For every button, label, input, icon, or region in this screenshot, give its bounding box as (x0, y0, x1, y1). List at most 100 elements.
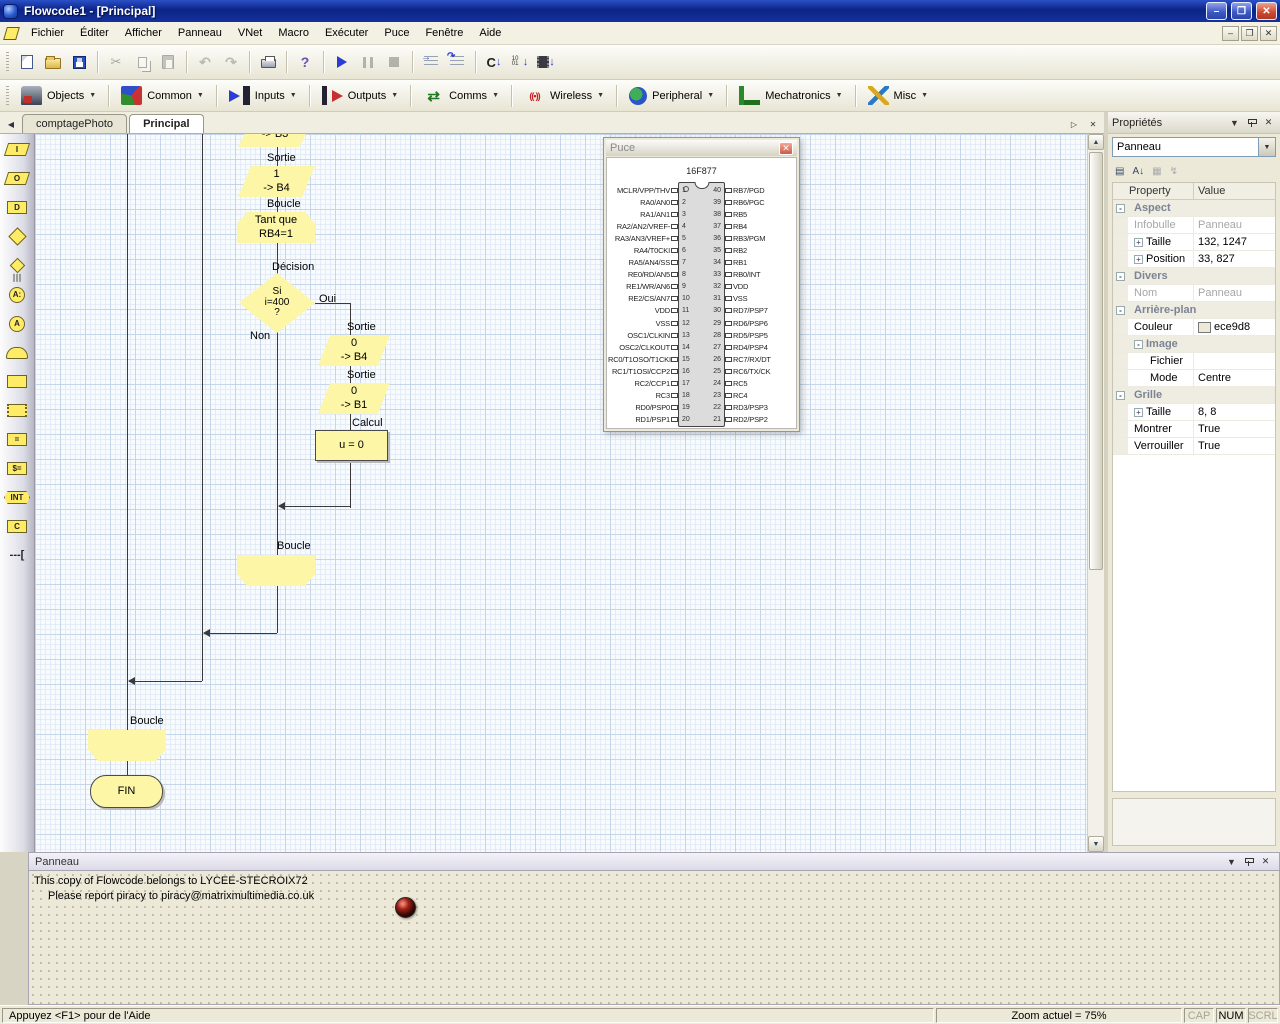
collapse-icon[interactable]: - (1116, 390, 1125, 400)
alphabetical-sort-icon[interactable]: A↓ (1132, 166, 1144, 177)
scroll-down-icon[interactable]: ▼ (1088, 836, 1104, 852)
menu-puce[interactable]: Puce (376, 23, 417, 43)
expand-icon[interactable]: + (1134, 237, 1143, 247)
common-group[interactable]: Common ▼ (114, 83, 211, 109)
puce-window[interactable]: Puce ✕ 16F877 MCLR/VPP/THV 1 40 RB7/PGD RA0/… (603, 137, 800, 432)
chevron-down-icon[interactable]: ▼ (492, 92, 499, 99)
delay-icon[interactable]: D (7, 201, 27, 214)
help-button[interactable] (292, 50, 318, 74)
chevron-down-icon[interactable]: ▼ (290, 92, 297, 99)
pause-button[interactable] (355, 50, 381, 74)
interrupt-icon[interactable]: INT (4, 491, 30, 504)
comms-group[interactable]: Comms ▼ (416, 83, 506, 109)
macro-icon[interactable] (7, 375, 27, 388)
collapse-icon[interactable]: - (1116, 271, 1125, 281)
run-button[interactable] (329, 50, 355, 74)
close-button[interactable]: ✕ (1256, 2, 1277, 20)
events-icon[interactable]: ↯ (1170, 166, 1178, 177)
save-button[interactable] (66, 50, 92, 74)
connection-icon[interactable] (9, 257, 25, 274)
mechatronics-group[interactable]: Mechatronics ▼ (732, 83, 849, 109)
compile-hex-button[interactable] (507, 50, 533, 74)
undo-button[interactable] (192, 50, 218, 74)
expand-icon[interactable]: + (1134, 407, 1143, 417)
collapse-icon[interactable]: - (1116, 203, 1125, 213)
open-button[interactable] (40, 50, 66, 74)
restore-button[interactable]: ❐ (1231, 2, 1252, 20)
calculation-icon[interactable]: = (7, 433, 27, 446)
menu-fenetre[interactable]: Fenêtre (417, 23, 471, 43)
panneau-menu-icon[interactable]: ▼ (1224, 855, 1239, 869)
panneau-pin-icon[interactable] (1241, 855, 1256, 869)
step-over-button[interactable] (444, 50, 470, 74)
outputs-group[interactable]: Outputs ▼ (315, 83, 405, 109)
flow-output-0-b1[interactable]: 0 -> B1 (318, 383, 390, 414)
string-icon[interactable]: $= (7, 462, 27, 475)
chevron-down-icon[interactable]: ▼ (921, 92, 928, 99)
stop-button[interactable] (381, 50, 407, 74)
flow-output-b4[interactable]: 1 -> B4 (238, 166, 315, 197)
tab-close-icon[interactable]: ✕ (1085, 116, 1101, 132)
new-button[interactable] (14, 50, 40, 74)
property-pages-icon[interactable]: ▦ (1152, 166, 1161, 177)
output-icon[interactable]: O (3, 172, 31, 185)
toolbar-handle[interactable] (6, 52, 9, 72)
property-row-fichier[interactable]: Fichier (1113, 353, 1275, 370)
property-category-aspect[interactable]: - Aspect (1113, 200, 1275, 217)
component-macro-icon[interactable] (7, 404, 27, 417)
decision-icon[interactable] (7, 227, 27, 246)
properties-menu-icon[interactable]: ▼ (1227, 116, 1242, 130)
input-icon[interactable]: I (3, 143, 31, 156)
flowchart-canvas[interactable]: -> B3 Sortie 1-> B4 Boucle Tant queRB4=1… (35, 134, 1087, 852)
led-component[interactable] (395, 897, 416, 918)
goto-point-icon[interactable]: A: (9, 286, 25, 303)
menu-aide[interactable]: Aide (471, 23, 509, 43)
property-category-divers[interactable]: - Divers (1113, 268, 1275, 285)
compile-chip-button[interactable] (533, 50, 559, 74)
menu-vnet[interactable]: VNet (230, 23, 270, 43)
compile-c-button[interactable] (481, 50, 507, 74)
flow-output-0-b4[interactable]: 0 -> B4 (318, 335, 390, 366)
scroll-up-icon[interactable]: ▲ (1088, 134, 1104, 150)
chevron-down-icon[interactable]: ▼ (597, 92, 604, 99)
mdi-close-button[interactable]: ✕ (1260, 25, 1277, 41)
menu-editer[interactable]: Éditer (72, 23, 117, 43)
property-row-taille[interactable]: + Taille 132, 1247 (1113, 234, 1275, 251)
property-row-mode[interactable]: Mode Centre (1113, 370, 1275, 387)
property-row-taille[interactable]: + Taille 8, 8 (1113, 404, 1275, 421)
property-row-couleur[interactable]: Couleur ece9d8 (1113, 319, 1275, 336)
properties-pin-icon[interactable] (1244, 116, 1259, 130)
paste-button[interactable] (155, 50, 181, 74)
chevron-down-icon[interactable]: ▼ (197, 92, 204, 99)
scroll-thumb[interactable] (1089, 152, 1103, 570)
tab-scroll-left-icon[interactable]: ◀ (3, 116, 19, 132)
point-icon[interactable]: A (9, 315, 25, 332)
flow-loop-end[interactable] (237, 555, 315, 586)
tab-scroll-right-icon[interactable]: ▷ (1066, 116, 1082, 132)
chevron-down-icon[interactable]: ▼ (707, 92, 714, 99)
flow-while-loop[interactable]: Tant que RB4=1 (237, 212, 315, 243)
properties-close-icon[interactable]: ✕ (1261, 116, 1276, 130)
cut-button[interactable] (103, 50, 129, 74)
print-button[interactable] (255, 50, 281, 74)
copy-button[interactable] (129, 50, 155, 74)
collapse-icon[interactable]: - (1116, 305, 1125, 315)
flow-calculation[interactable]: u = 0 (315, 430, 388, 461)
step-into-button[interactable] (418, 50, 444, 74)
flow-output-b3[interactable]: -> B3 (238, 134, 312, 147)
collapse-icon[interactable]: - (1134, 339, 1143, 349)
panneau-canvas[interactable]: This copy of Flowcode belongs to LYCEE-S… (28, 871, 1280, 1005)
minimize-button[interactable]: – (1206, 2, 1227, 20)
flow-loop-end[interactable] (88, 730, 166, 761)
categorized-view-icon[interactable]: ▤ (1115, 166, 1124, 177)
mdi-minimize-button[interactable]: – (1222, 25, 1239, 41)
chevron-down-icon[interactable]: ▼ (1258, 138, 1275, 156)
chevron-down-icon[interactable]: ▼ (391, 92, 398, 99)
puce-close-icon[interactable]: ✕ (779, 141, 793, 155)
menu-executer[interactable]: Exécuter (317, 23, 376, 43)
objects-group[interactable]: Objects ▼ (14, 83, 103, 109)
property-category-grille[interactable]: - Grille (1113, 387, 1275, 404)
loop-icon[interactable] (6, 346, 28, 359)
wireless-group[interactable]: Wireless ▼ (517, 83, 611, 109)
property-category-image[interactable]: - Image (1113, 336, 1275, 353)
